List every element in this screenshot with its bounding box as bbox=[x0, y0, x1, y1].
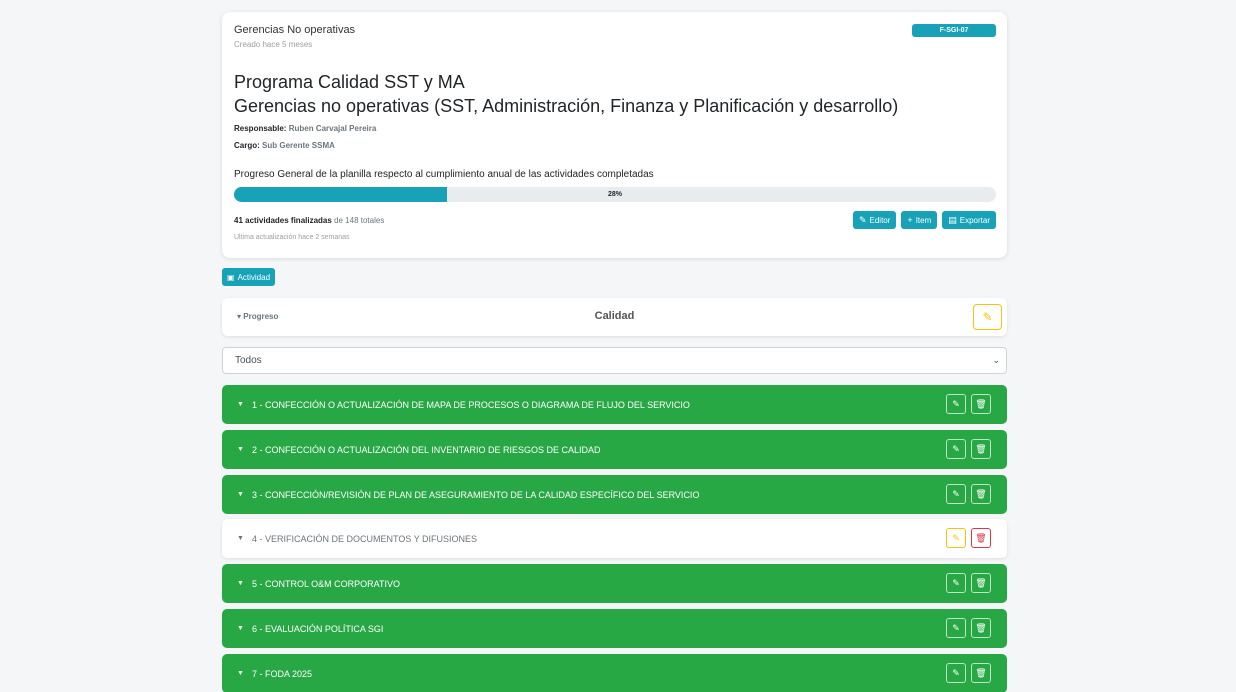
edit-panel-button[interactable]: ✎ bbox=[973, 304, 1002, 330]
edit-activity-button[interactable]: ✎ bbox=[946, 573, 966, 593]
activity-row[interactable]: ▼ 7 - FODA 2025 ✎ 🗑 bbox=[222, 654, 1007, 692]
header-actions: ✎ Editor + Item ▤ Exportar bbox=[852, 211, 996, 229]
planilla-header-card: Gerencias No operativas Creado hace 5 me… bbox=[222, 12, 1007, 258]
activity-row-actions: ✎ 🗑 bbox=[946, 439, 991, 459]
delete-activity-button[interactable]: 🗑 bbox=[971, 663, 991, 683]
chevron-down-icon: ⌄ bbox=[992, 355, 1000, 365]
caret-down-icon: ▼ bbox=[237, 491, 244, 498]
add-item-button-label: Item bbox=[915, 215, 932, 225]
caret-down-icon: ▼ bbox=[237, 535, 244, 542]
edit-activity-button[interactable]: ✎ bbox=[946, 663, 966, 683]
export-button[interactable]: ▤ Exportar bbox=[942, 211, 996, 229]
delete-activity-button[interactable]: 🗑 bbox=[971, 439, 991, 459]
file-pdf-icon: ▤ bbox=[948, 214, 957, 225]
delete-activity-button[interactable]: 🗑 bbox=[971, 528, 991, 548]
activity-row-actions: ✎ 🗑 bbox=[946, 618, 991, 638]
export-button-label: Exportar bbox=[959, 215, 990, 225]
cargo-value: Sub Gerente SSMA bbox=[262, 141, 335, 150]
created-timestamp: Creado hace 5 meses bbox=[234, 40, 313, 49]
activity-row-actions: ✎ 🗑 bbox=[946, 484, 991, 504]
add-activity-button-label: Actividad bbox=[237, 272, 271, 282]
pencil-icon: ✎ bbox=[858, 214, 867, 225]
cargo-label: Cargo: bbox=[234, 141, 260, 150]
cargo-line: Cargo: Sub Gerente SSMA bbox=[234, 141, 335, 150]
editor-button-label: Editor bbox=[869, 215, 891, 225]
progress-bar: 28% bbox=[234, 187, 996, 202]
edit-activity-button[interactable]: ✎ bbox=[946, 484, 966, 504]
edit-activity-button[interactable]: ✎ bbox=[946, 439, 966, 459]
activity-row[interactable]: ▼ 4 - VERIFICACIÓN DE DOCUMENTOS Y DIFUSI… bbox=[222, 519, 1007, 558]
activity-row[interactable]: ▼ 5 - CONTROL O&M CORPORATIVO ✎ 🗑 bbox=[222, 564, 1007, 603]
folder-plus-icon: ▣ bbox=[227, 272, 235, 282]
progress-description: Progreso General de la planilla respecto… bbox=[234, 169, 654, 180]
editor-button[interactable]: ✎ Editor bbox=[852, 211, 897, 229]
finished-count: 41 actividades finalizadas bbox=[234, 216, 332, 225]
activity-row-actions: ✎ 🗑 bbox=[946, 573, 991, 593]
page-subtitle: Gerencias no operativas (SST, Administra… bbox=[234, 96, 899, 116]
add-activity-button[interactable]: ▣ Actividad bbox=[222, 268, 276, 286]
caret-down-icon: ▼ bbox=[237, 401, 244, 408]
page-title: Programa Calidad SST y MA bbox=[234, 72, 465, 92]
activity-row[interactable]: ▼ 1 - CONFECCIÓN O ACTUALIZACIÓN DE MAPA … bbox=[222, 385, 1007, 424]
edit-activity-button[interactable]: ✎ bbox=[946, 618, 966, 638]
activity-row-actions: ✎ 🗑 bbox=[946, 663, 991, 683]
delete-activity-button[interactable]: 🗑 bbox=[971, 394, 991, 414]
progress-label: 28% bbox=[607, 191, 622, 198]
delete-activity-button[interactable]: 🗑 bbox=[971, 618, 991, 638]
activity-row-label: 2 - CONFECCIÓN O ACTUALIZACIÓN DEL INVEN… bbox=[252, 444, 601, 455]
responsible-value: Ruben Carvajal Pereira bbox=[288, 124, 377, 133]
responsible-label: Responsable: bbox=[234, 124, 287, 133]
activity-row-label: 3 - CONFECCIÓN/REVISIÓN DE PLAN DE ASEGU… bbox=[252, 489, 700, 500]
responsible-line: Responsable: Ruben Carvajal Pereira bbox=[234, 124, 376, 133]
progress-panel: ▾ Progreso Calidad ✎ bbox=[222, 298, 1007, 336]
updated-timestamp: Ultima actualización hace 2 semanas bbox=[234, 234, 350, 241]
plus-icon: + bbox=[907, 215, 913, 225]
activity-row[interactable]: ▼ 2 - CONFECCIÓN O ACTUALIZACIÓN DEL INVE… bbox=[222, 430, 1007, 469]
delete-activity-button[interactable]: 🗑 bbox=[971, 484, 991, 504]
activity-row-label: 7 - FODA 2025 bbox=[252, 668, 313, 679]
activity-row-actions: ✎ 🗑 bbox=[946, 394, 991, 414]
edit-activity-button[interactable]: ✎ bbox=[946, 394, 966, 414]
activity-row-label: 5 - CONTROL O&M CORPORATIVO bbox=[252, 578, 401, 589]
caret-down-icon: ▼ bbox=[237, 580, 244, 587]
status-filter-select[interactable]: Todos ⌄ bbox=[222, 347, 1007, 374]
activity-row[interactable]: ▼ 6 - EVALUACIÓN POLÍTICA SGI ✎ 🗑 bbox=[222, 609, 1007, 648]
activity-stats: 41 actividades finalizadas de 148 totale… bbox=[234, 216, 384, 225]
total-count: de 148 totales bbox=[334, 216, 385, 225]
panel-title: Calidad bbox=[594, 310, 635, 322]
code-badge: F-SGI-07 bbox=[912, 24, 996, 37]
add-item-button[interactable]: + Item bbox=[901, 211, 938, 229]
edit-activity-button[interactable]: ✎ bbox=[946, 528, 966, 548]
status-filter-value: Todos bbox=[235, 355, 262, 366]
owner-name: Gerencias No operativas bbox=[234, 24, 356, 36]
delete-activity-button[interactable]: 🗑 bbox=[971, 573, 991, 593]
caret-down-icon: ▼ bbox=[237, 446, 244, 453]
activity-row-label: 1 - CONFECCIÓN O ACTUALIZACIÓN DE MAPA D… bbox=[252, 399, 690, 410]
edit-icon: ✎ bbox=[982, 310, 993, 324]
activity-row-label: 4 - VERIFICACIÓN DE DOCUMENTOS Y DIFUSIO… bbox=[252, 533, 478, 544]
caret-down-icon: ▼ bbox=[237, 625, 244, 632]
activity-row-actions: ✎ 🗑 bbox=[946, 528, 991, 548]
activity-row[interactable]: ▼ 3 - CONFECCIÓN/REVISIÓN DE PLAN DE ASEG… bbox=[222, 475, 1007, 514]
activity-row-label: 6 - EVALUACIÓN POLÍTICA SGI bbox=[252, 623, 384, 634]
caret-down-icon: ▼ bbox=[237, 670, 244, 677]
